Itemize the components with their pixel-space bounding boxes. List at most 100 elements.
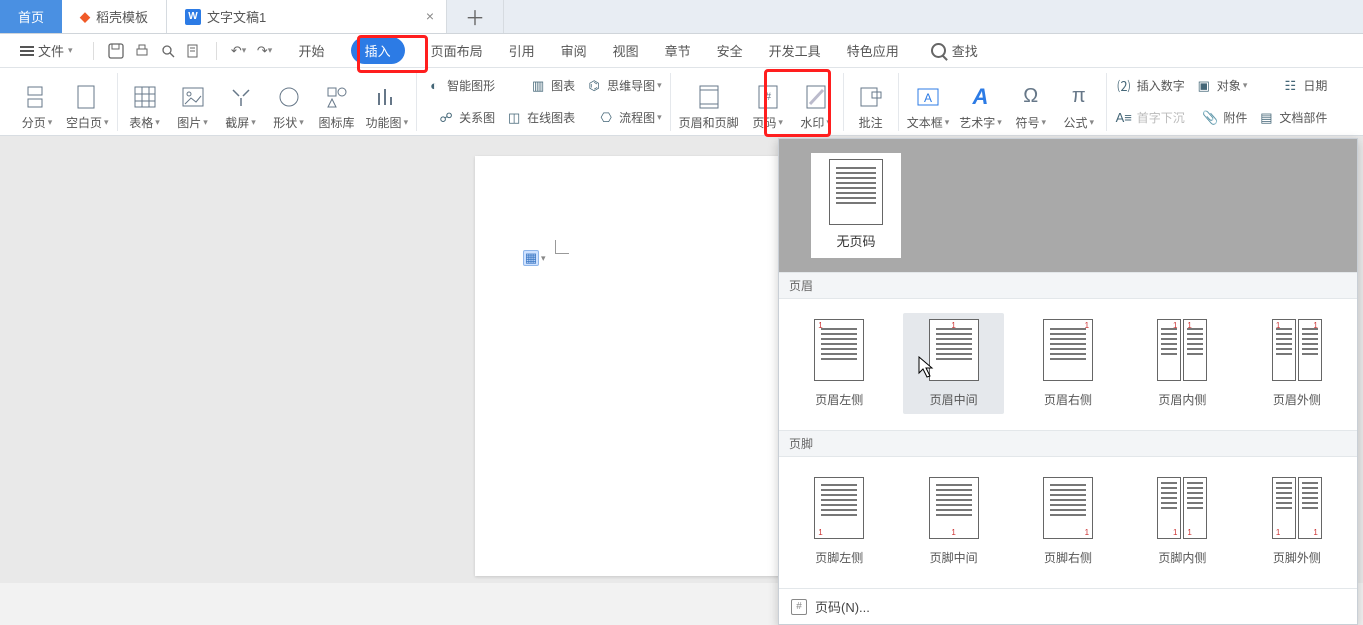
separator — [216, 42, 217, 60]
header-footer-label: 页眉和页脚 — [679, 114, 739, 131]
shapes-icon — [276, 84, 302, 110]
tab-template[interactable]: ◆ 稻壳模板 — [62, 0, 167, 33]
output-icon[interactable] — [184, 41, 204, 61]
ribbontab-devtools[interactable]: 开发工具 — [769, 41, 821, 60]
search-icon — [931, 43, 946, 58]
date-button[interactable]: ☷日期 — [1257, 74, 1327, 98]
smart-art-button[interactable]: ◐智能图形 — [425, 74, 495, 98]
page-number-gallery: 无页码 页眉 1页眉左侧 1页眉中间 1页眉右侧 11页眉内侧 11页眉外侧 页… — [778, 138, 1358, 625]
table-label: 表格 — [129, 114, 153, 131]
separator — [93, 42, 94, 60]
no-page-number-label: 无页码 — [836, 231, 875, 250]
online-chart-button[interactable]: ◫在线图表 — [505, 106, 575, 130]
redo-icon[interactable]: ↷▾ — [255, 41, 275, 61]
ribbontab-view[interactable]: 视图 — [613, 41, 639, 60]
relation-button[interactable]: ☍关系图 — [425, 106, 495, 130]
header-outer-option[interactable]: 11页眉外侧 — [1247, 313, 1347, 414]
hamburger-icon — [20, 46, 34, 56]
comment-button[interactable]: 批注 — [852, 84, 890, 131]
close-icon[interactable]: × — [426, 8, 434, 24]
chevron-down-icon: ▾ — [242, 45, 247, 56]
ribbontab-reference[interactable]: 引用 — [509, 41, 535, 60]
page-number-button[interactable]: #页码▾ — [749, 84, 787, 131]
paste-icon: ▦ — [523, 250, 539, 266]
equation-icon: π — [1066, 84, 1092, 110]
icon-lib-button[interactable]: 图标库 — [318, 84, 356, 131]
footer-right-option[interactable]: 1页脚右侧 — [1018, 471, 1118, 572]
tab-home-label: 首页 — [18, 7, 44, 26]
doc-parts-button[interactable]: ▤文档部件 — [1257, 106, 1327, 130]
svg-text:#: # — [765, 91, 772, 103]
relation-label: 关系图 — [459, 109, 495, 126]
file-menu[interactable]: 文件 ▾ — [12, 41, 81, 60]
word-art-button[interactable]: A艺术字▾ — [959, 84, 1002, 131]
page-break-label: 分页 — [22, 114, 46, 131]
mind-map-icon: ⌬ — [585, 77, 603, 95]
blank-page-button[interactable]: 空白页▾ — [66, 84, 109, 131]
ribbontab-pagelayout[interactable]: 页面布局 — [431, 41, 483, 60]
screenshot-button[interactable]: 截屏▾ — [222, 84, 260, 131]
tab-new[interactable]: ＋ — [447, 0, 504, 33]
paste-indicator[interactable]: ▦ ▾ — [523, 250, 546, 266]
ribbontab-insert[interactable]: 插入 — [351, 37, 405, 64]
watermark-icon — [803, 84, 829, 110]
page-number-icon: # — [755, 84, 781, 110]
flowchart-button[interactable]: ⎔流程图▾ — [585, 106, 662, 130]
ribbontab-chapter[interactable]: 章节 — [665, 41, 691, 60]
text-box-button[interactable]: A文本框▾ — [907, 84, 950, 131]
equation-label: 公式 — [1064, 114, 1088, 131]
tab-document[interactable]: W 文字文稿1 × — [167, 0, 447, 33]
ribbontab-start[interactable]: 开始 — [299, 41, 325, 60]
table-button[interactable]: 表格▾ — [126, 84, 164, 131]
ribbontab-safety[interactable]: 安全 — [717, 41, 743, 60]
undo-icon[interactable]: ↶▾ — [229, 41, 249, 61]
chart-button[interactable]: ▥图表 — [505, 74, 575, 98]
header-left-option[interactable]: 1页眉左侧 — [789, 313, 889, 414]
online-chart-icon: ◫ — [505, 109, 523, 127]
footer-center-option[interactable]: 1页脚中间 — [903, 471, 1003, 572]
footer-outer-label: 页脚外侧 — [1273, 549, 1321, 566]
header-inner-option[interactable]: 11页眉内侧 — [1132, 313, 1232, 414]
footer-left-label: 页脚左侧 — [815, 549, 863, 566]
watermark-button[interactable]: 水印▾ — [797, 84, 835, 131]
ribbontab-special[interactable]: 特色应用 — [847, 41, 899, 60]
func-diag-label: 功能图 — [366, 114, 402, 131]
header-right-option[interactable]: 1页眉右侧 — [1018, 313, 1118, 414]
attachment-button[interactable]: 📎附件 — [1195, 106, 1248, 130]
watermark-label: 水印 — [800, 114, 824, 131]
header-center-option[interactable]: 1页眉中间 — [903, 313, 1003, 414]
search-button[interactable]: 查找 — [931, 41, 978, 60]
object-label: 对象 — [1217, 77, 1241, 94]
no-page-number-option[interactable]: 无页码 — [811, 153, 901, 258]
insert-number-label: 插入数字 — [1137, 77, 1185, 94]
page-break-button[interactable]: 分页▾ — [18, 84, 56, 131]
ribbon: 分页▾ 空白页▾ 表格▾ 图片▾ 截屏▾ 形状▾ 图标库 功能图▾ ◐智能图形 … — [0, 68, 1363, 136]
preview-icon[interactable] — [158, 41, 178, 61]
symbol-button[interactable]: Ω符号▾ — [1012, 84, 1050, 131]
shapes-button[interactable]: 形状▾ — [270, 84, 308, 131]
ribbontab-review[interactable]: 审阅 — [561, 41, 587, 60]
equation-button[interactable]: π公式▾ — [1060, 84, 1098, 131]
ribbon-tabs: 开始 插入 页面布局 引用 审阅 视图 章节 安全 开发工具 特色应用 — [299, 37, 899, 64]
svg-text:A: A — [924, 91, 932, 105]
number-icon: ⑵ — [1115, 77, 1133, 95]
save-icon[interactable] — [106, 41, 126, 61]
header-footer-button[interactable]: 页眉和页脚 — [679, 84, 739, 131]
insert-number-button[interactable]: ⑵插入数字 — [1115, 74, 1185, 98]
drop-cap-icon: A≡ — [1115, 109, 1133, 127]
online-chart-label: 在线图表 — [527, 109, 575, 126]
tab-home[interactable]: 首页 — [0, 0, 62, 33]
footer-left-option[interactable]: 1页脚左侧 — [789, 471, 889, 572]
func-diag-button[interactable]: 功能图▾ — [366, 84, 409, 131]
picture-icon — [180, 84, 206, 110]
more-page-number-option[interactable]: # 页码(N)... — [779, 588, 1357, 624]
footer-outer-option[interactable]: 11页脚外侧 — [1247, 471, 1347, 572]
doc-parts-label: 文档部件 — [1279, 109, 1327, 126]
mind-map-button[interactable]: ⌬思维导图▾ — [585, 74, 662, 98]
picture-button[interactable]: 图片▾ — [174, 84, 212, 131]
object-button[interactable]: ▣对象▾ — [1195, 74, 1248, 98]
shapes-label: 形状 — [273, 114, 297, 131]
print-icon[interactable] — [132, 41, 152, 61]
footer-inner-option[interactable]: 11页脚内侧 — [1132, 471, 1232, 572]
text-box-label: 文本框 — [907, 114, 943, 131]
